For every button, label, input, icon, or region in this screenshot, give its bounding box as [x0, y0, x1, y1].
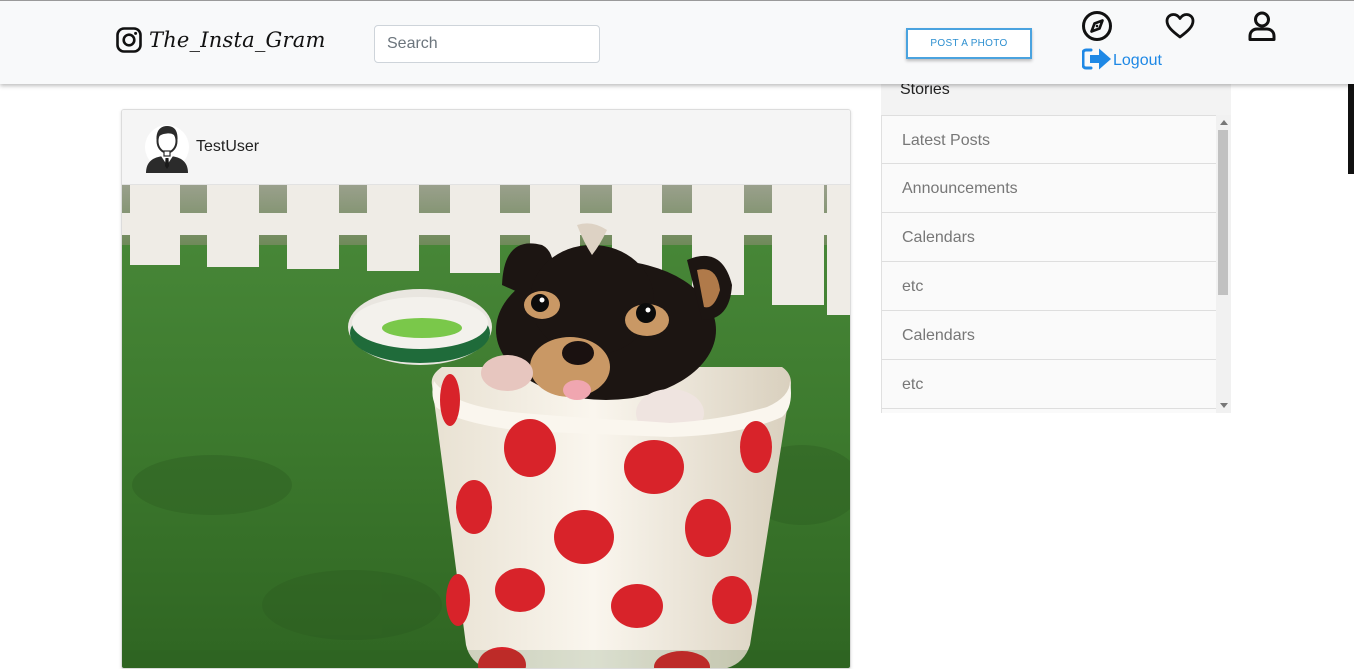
post-image — [122, 185, 850, 668]
story-item[interactable]: Calendars — [882, 311, 1216, 360]
stories-panel: Stories Latest Posts Announcements Calen… — [881, 64, 1231, 416]
logout-label: Logout — [1113, 52, 1162, 69]
story-item[interactable]: etc — [882, 262, 1216, 311]
story-item[interactable]: Latest Posts — [882, 115, 1216, 164]
brand-name: The_Insta_Gram — [149, 28, 326, 52]
story-item[interactable]: etc — [882, 360, 1216, 409]
page-edge-divider — [1348, 84, 1354, 174]
user-icon[interactable] — [1246, 10, 1278, 42]
stories-list[interactable]: Latest Posts Announcements Calendars etc… — [881, 115, 1231, 413]
search-input[interactable] — [374, 25, 600, 63]
story-item[interactable]: Announcements — [882, 164, 1216, 213]
logout-link[interactable]: Logout — [1081, 47, 1162, 71]
navbar: The_Insta_Gram POST A PHOTO Logout — [0, 0, 1354, 84]
post-card: TestUser — [121, 109, 851, 669]
story-item[interactable]: Calendars — [882, 213, 1216, 262]
brand[interactable]: The_Insta_Gram — [116, 27, 326, 53]
compass-icon[interactable] — [1081, 10, 1113, 42]
post-header: TestUser — [122, 110, 850, 185]
scroll-thumb[interactable] — [1218, 130, 1228, 295]
logout-arrow-icon — [1081, 47, 1112, 71]
instagram-icon — [116, 27, 142, 53]
post-username[interactable]: TestUser — [196, 138, 259, 156]
heart-icon[interactable] — [1164, 10, 1196, 42]
scroll-up-arrow-icon[interactable] — [1220, 120, 1228, 125]
post-photo-button[interactable]: POST A PHOTO — [906, 28, 1032, 59]
stories-scrollbar[interactable] — [1216, 115, 1231, 413]
avatar[interactable] — [144, 121, 190, 173]
scroll-down-arrow-icon[interactable] — [1220, 403, 1228, 408]
